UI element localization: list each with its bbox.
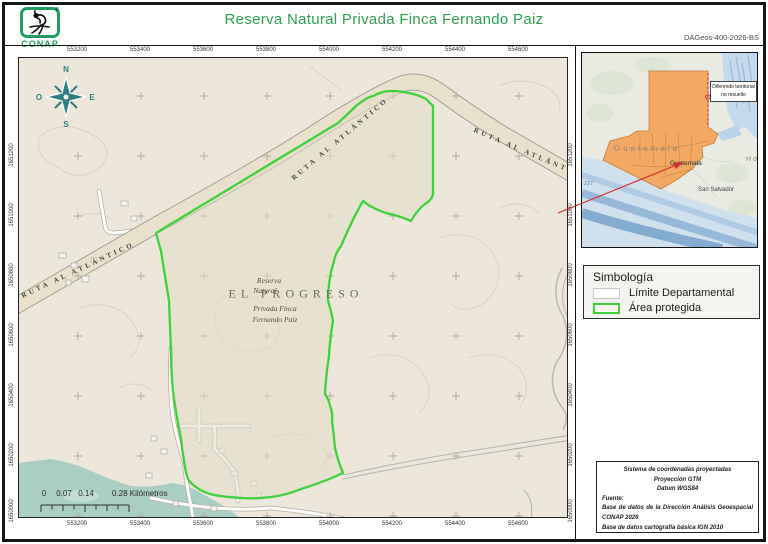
- legend-item-label: Área protegida: [629, 302, 702, 314]
- header-divider: [4, 45, 764, 46]
- legend-item-departmental: Límite Departamental: [593, 287, 750, 299]
- axis-tick-label: 553600: [192, 47, 214, 53]
- reserve-name-line: Privada Finca: [253, 304, 297, 313]
- inset-locator-map: Diferendo territorial no resuelto Guatem…: [581, 52, 758, 248]
- credits-line: Proyección GTM: [653, 476, 702, 483]
- country-label: Guatemala: [614, 144, 681, 153]
- axis-tick-label: 553200: [66, 47, 88, 53]
- axis-tick-label: 1651200: [568, 143, 574, 167]
- axis-tick-label: 1650000: [568, 499, 574, 523]
- legend-item-protected-area: Área protegida: [593, 302, 750, 314]
- axis-tick-label: 553400: [129, 521, 151, 527]
- axis-tick-label: 554400: [444, 521, 466, 527]
- place-label-el-progreso: EL PROGRESO: [228, 286, 364, 301]
- legend: Simbología Límite Departamental Área pro…: [583, 265, 760, 319]
- document-code: DAGeos-400-2026-BS: [683, 33, 759, 42]
- credits-line: Fuente:: [602, 495, 624, 502]
- legend-title: Simbología: [593, 270, 654, 284]
- honduras-label: Ho: [746, 156, 758, 163]
- axis-tick-label: 553800: [255, 521, 277, 527]
- axis-tick-label: 1650200: [9, 443, 15, 467]
- departmental-boundary-swatch: [593, 287, 620, 299]
- axis-tick-label: 553800: [255, 47, 277, 53]
- san-salvador-label: San Salvador: [698, 187, 735, 193]
- axis-tick-label: 1650000: [9, 499, 15, 523]
- axis-tick-label: 554600: [507, 47, 529, 53]
- reserve-name-line: Reserva: [256, 276, 282, 285]
- axis-tick-label: 1650600: [9, 323, 15, 347]
- axis-tick-label: 554000: [318, 521, 340, 527]
- credits-box: Sistema de coordenadas proyectadas Proye…: [596, 461, 759, 533]
- credits-line: Base de datos de la Dirección Análisis G…: [602, 505, 753, 512]
- reserve-name-line: Natural: [253, 286, 277, 295]
- credits-line: Sistema de coordenadas proyectadas: [623, 467, 732, 473]
- scalebar-label: 0.14: [78, 489, 94, 498]
- credits-line: CONAP 2026: [602, 514, 639, 521]
- axis-tick-label: 554200: [381, 47, 403, 53]
- territorial-dispute-note: Diferendo territorial no resuelto: [710, 81, 757, 102]
- map-document: ® CONAP Reserva Natural Privada Finca Fe…: [0, 0, 768, 544]
- protected-area-swatch: [593, 302, 620, 314]
- legend-item-label: Límite Departamental: [629, 287, 735, 299]
- compass-n-label: N: [63, 65, 69, 74]
- axis-tick-label: 554000: [318, 47, 340, 53]
- compass-e-label: E: [89, 93, 95, 102]
- axis-tick-label: 1650600: [568, 323, 574, 347]
- scalebar-label: 0.07: [56, 489, 72, 498]
- axis-tick-label: 1651000: [9, 203, 15, 227]
- axis-tick-label: 553200: [66, 521, 88, 527]
- axis-tick-label: 553600: [192, 521, 214, 527]
- axis-tick-label: 1650800: [9, 263, 15, 287]
- axis-tick-label: 554600: [507, 521, 529, 527]
- axis-tick-label: 1650400: [568, 383, 574, 407]
- map-canvas: N E S O RUTA AL ATLÁNTICO RUTA AL ATLÁNT…: [18, 57, 568, 518]
- credits-line: Datum WGS84: [656, 486, 699, 493]
- compass-o-label: O: [36, 93, 42, 102]
- axis-tick-label: 1651200: [9, 143, 15, 167]
- compass-s-label: S: [63, 120, 69, 128]
- axis-tick-label: 554200: [381, 521, 403, 527]
- reserve-name-line: Fernando Paiz: [252, 315, 298, 324]
- axis-tick-label: 1650800: [568, 263, 574, 287]
- compass-rose-icon: N E S O: [36, 65, 95, 128]
- scalebar-label: 0.28 Kilómetros: [112, 489, 168, 498]
- grid-zone-label: 22T: [584, 181, 594, 187]
- capital-city-label: Guatemala: [670, 160, 702, 167]
- axis-tick-label: 1650400: [9, 383, 15, 407]
- page-title: Reserva Natural Privada Finca Fernando P…: [224, 11, 544, 28]
- conap-logo-label: CONAP: [21, 39, 59, 49]
- axis-tick-label: 1651000: [568, 203, 574, 227]
- scalebar-label: 0: [41, 489, 47, 498]
- panel-divider: [575, 45, 576, 539]
- axis-tick-label: 1650200: [568, 443, 574, 467]
- axis-tick-label: 554400: [444, 47, 466, 53]
- axis-tick-label: 553400: [129, 47, 151, 53]
- credits-line: Base de datos cartografía básica IGN 201…: [602, 524, 724, 531]
